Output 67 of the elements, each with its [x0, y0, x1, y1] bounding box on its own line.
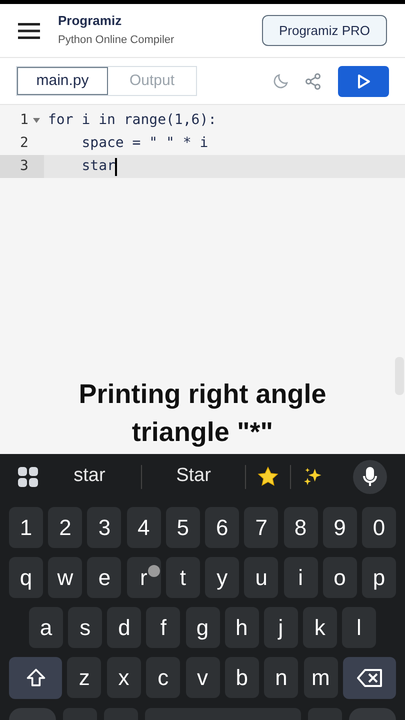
microphone-icon — [363, 466, 377, 486]
keyboard-key[interactable]: c — [146, 657, 180, 698]
keyboard-key[interactable]: 1 — [9, 507, 43, 548]
keyboard-key[interactable]: u — [244, 557, 278, 598]
keyboard-key[interactable]: 4 — [126, 507, 161, 548]
code-text: star — [44, 155, 405, 178]
caption-text: Printing right angle — [78, 378, 326, 411]
keyboard-key[interactable]: q — [9, 557, 43, 598]
keyboard-key[interactable]: 8 — [284, 507, 318, 548]
keyboard-key[interactable]: t — [166, 557, 200, 598]
keyboard-key[interactable]: z — [67, 657, 102, 698]
keyboard-key[interactable]: 0 — [362, 507, 396, 548]
play-icon — [356, 74, 370, 88]
keyboard-key[interactable]: 3 — [87, 507, 122, 548]
moon-icon[interactable] — [272, 72, 290, 90]
tab[interactable]: main.py — [17, 67, 108, 95]
keyboard-key[interactable]: n — [264, 657, 298, 698]
sparkles-icon[interactable] — [302, 466, 324, 488]
keyboard-key[interactable]: j — [264, 607, 298, 648]
keyboard-key[interactable]: w — [48, 557, 82, 598]
keyboard-key[interactable]: 9 — [322, 507, 357, 548]
code-text: space = " " * i — [80, 134, 210, 153]
touch-indicator-icon — [148, 565, 160, 577]
keyboard-key[interactable]: e — [87, 557, 122, 598]
shift-arrow-icon — [24, 667, 46, 689]
keyboard-key[interactable]: b — [224, 657, 259, 698]
subtitle: Python Online Compiler — [58, 32, 176, 48]
share-icon[interactable] — [304, 72, 322, 90]
shift-key[interactable] — [9, 657, 62, 699]
keyboard-key[interactable]: l — [342, 607, 376, 648]
caption-text: triangle "*" — [132, 416, 274, 449]
line-number: 2 — [19, 134, 30, 153]
keyboard-key[interactable]: r — [126, 557, 161, 598]
fold-caret-icon[interactable] — [33, 118, 40, 123]
backspace-icon — [356, 668, 382, 688]
keyboard-key[interactable]: f — [146, 607, 180, 648]
keyboard-key[interactable]: d — [107, 607, 142, 648]
suggestion[interactable]: Star — [142, 462, 245, 491]
keyboard-key[interactable]: g — [186, 607, 220, 648]
menu-icon[interactable] — [18, 22, 40, 38]
keyboard-key[interactable]: o — [322, 557, 357, 598]
keyboard-key[interactable]: m — [304, 657, 338, 698]
run-button[interactable] — [338, 66, 389, 96]
keyboard-key[interactable]: y — [205, 557, 240, 598]
keyboard-key[interactable]: 7 — [244, 507, 278, 548]
line-number: 1 — [19, 111, 30, 130]
keyboard-key[interactable]: 5 — [166, 507, 200, 548]
text-cursor — [115, 158, 118, 176]
keyboard-key[interactable]: 6 — [205, 507, 240, 548]
star-icon[interactable] — [257, 466, 279, 488]
keyboard-key[interactable]: s — [68, 607, 102, 648]
code-text: for i in range(1,6): — [47, 111, 218, 130]
keyboard-key[interactable]: p — [362, 557, 396, 598]
keyboard-key[interactable]: i — [284, 557, 318, 598]
backspace-key[interactable] — [343, 657, 396, 699]
keyboard-key[interactable]: v — [186, 657, 220, 698]
microphone-button[interactable] — [353, 460, 387, 494]
apps-grid-icon[interactable] — [18, 466, 38, 486]
keyboard-key[interactable]: 2 — [48, 507, 82, 548]
logo: Programiz — [58, 12, 123, 29]
suggestion[interactable]: star — [38, 462, 141, 491]
line-number: 3 — [0, 155, 44, 178]
keyboard-key[interactable]: a — [29, 607, 63, 648]
keyboard-key[interactable]: x — [106, 657, 141, 698]
keyboard-key[interactable]: k — [302, 607, 337, 648]
keyboard-key[interactable]: h — [224, 607, 259, 648]
pro-button[interactable]: Programiz PRO — [262, 15, 387, 46]
